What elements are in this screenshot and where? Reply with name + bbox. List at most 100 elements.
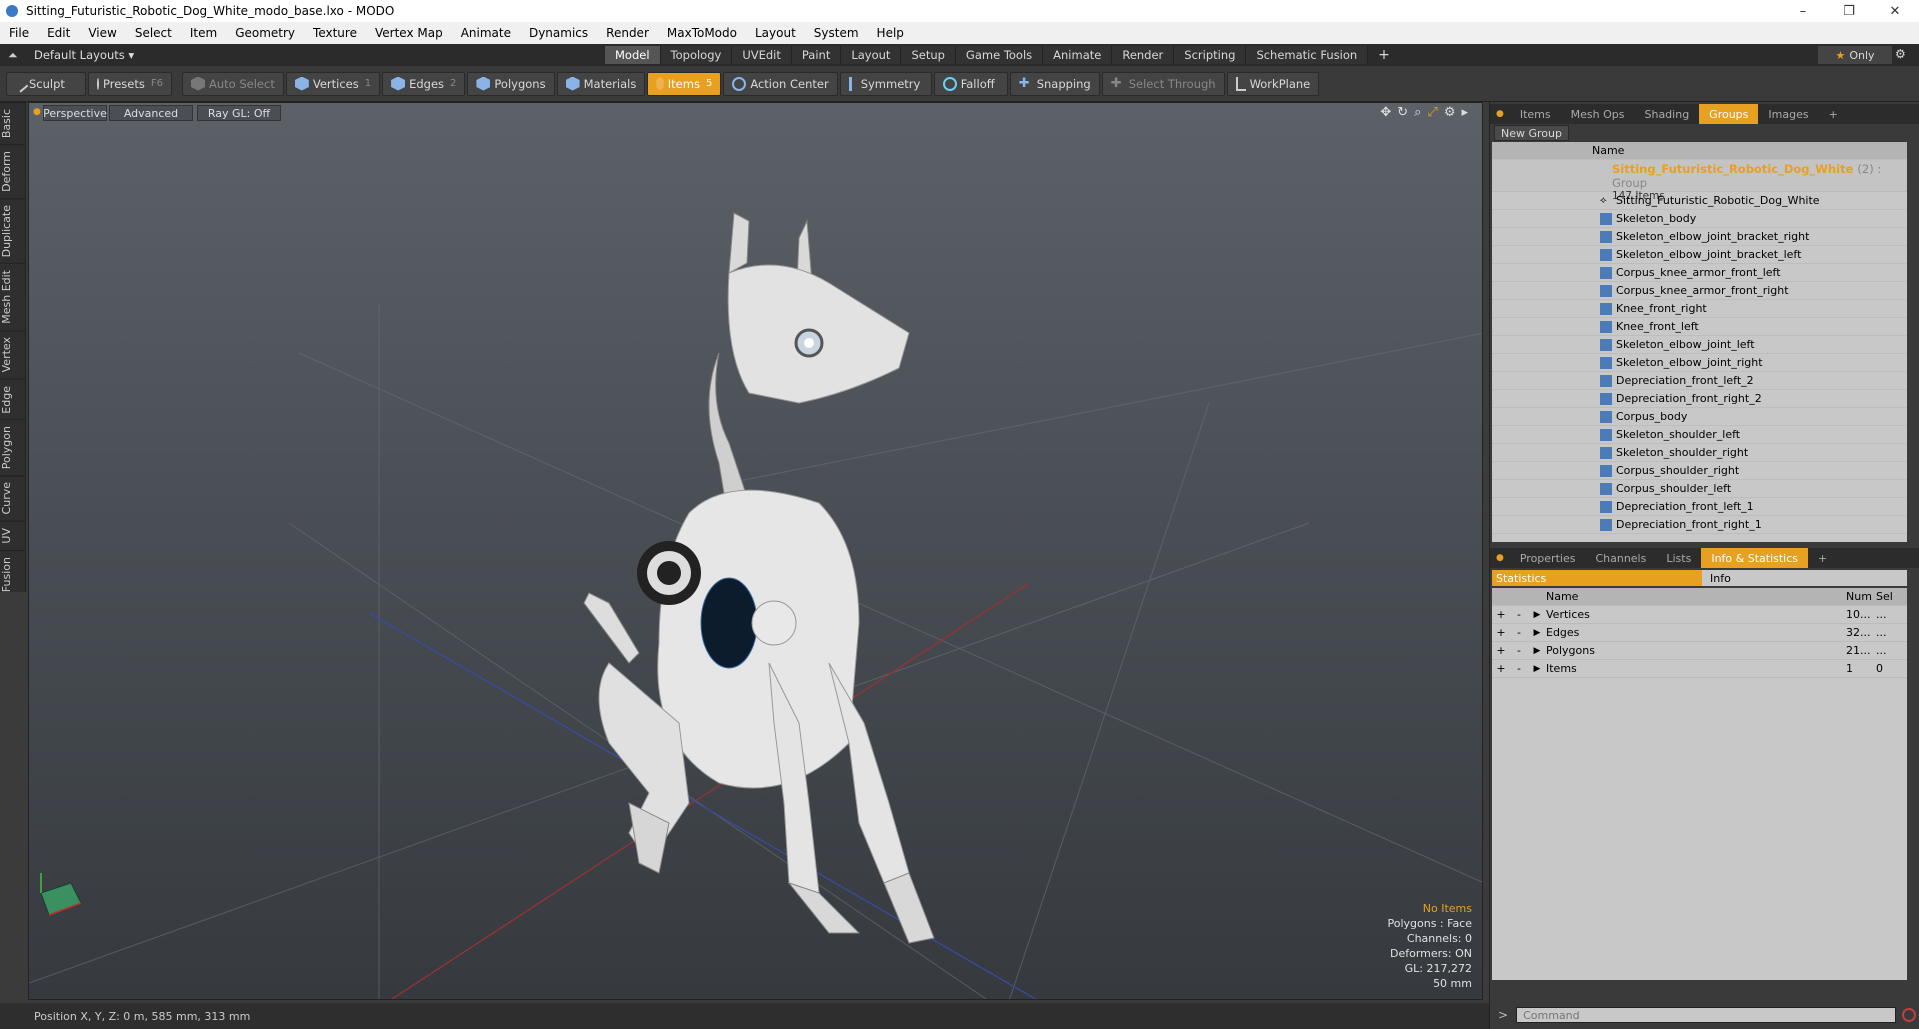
action-center-button[interactable]: Action Center	[723, 71, 838, 96]
tab-channels[interactable]: Channels	[1585, 548, 1656, 568]
snapping-button[interactable]: ✚ Snapping	[1009, 71, 1100, 96]
tab-animate[interactable]: Animate	[1043, 46, 1113, 64]
select-through-button[interactable]: ✚ Select Through	[1101, 71, 1225, 96]
menu-dynamics[interactable]: Dynamics	[520, 26, 597, 40]
zoom-icon[interactable]: ⌕	[1414, 105, 1421, 120]
lefttab-edge[interactable]: Edge	[0, 378, 26, 420]
tab-properties[interactable]: Properties	[1510, 548, 1586, 568]
group-list-item[interactable]: Knee_front_left	[1492, 318, 1907, 336]
tab-layout[interactable]: Layout	[841, 46, 902, 64]
menu-select[interactable]: Select	[126, 26, 181, 40]
tab-paint[interactable]: Paint	[791, 46, 842, 64]
menu-file[interactable]: File	[0, 26, 38, 40]
collapse-minus-icon[interactable]: -	[1510, 626, 1528, 639]
auto-select-button[interactable]: Auto Select	[182, 71, 284, 96]
lefttab-vertex[interactable]: Vertex	[0, 330, 26, 379]
menu-system[interactable]: System	[805, 26, 868, 40]
symmetry-button[interactable]: Symmetry	[839, 71, 932, 96]
lefttab-mesh-edit[interactable]: Mesh Edit	[0, 263, 26, 331]
polygons-button[interactable]: Polygons	[467, 71, 555, 96]
group-row[interactable]: Sitting_Futuristic_Robotic_Dog_White (2)…	[1492, 160, 1907, 202]
subtab-statistics[interactable]: Statistics	[1492, 570, 1702, 586]
minimize-button[interactable]: –	[1780, 0, 1826, 22]
viewport-settings-icon[interactable]: ⚙	[1444, 105, 1456, 120]
tab-game-tools[interactable]: Game Tools	[955, 46, 1044, 64]
group-list-item[interactable]: Skeleton_elbow_joint_bracket_right	[1492, 228, 1907, 246]
fit-icon[interactable]: ⤢	[1427, 105, 1437, 120]
group-list-item[interactable]: Corpus_shoulder_right	[1492, 462, 1907, 480]
workplane-button[interactable]: WorkPlane	[1226, 71, 1320, 96]
lefttab-duplicate[interactable]: Duplicate	[0, 198, 26, 264]
expand-plus-icon[interactable]: +	[1492, 662, 1510, 675]
info-panel-menu-dot-icon[interactable]: ●	[1496, 553, 1504, 563]
tab-setup[interactable]: Setup	[901, 46, 956, 64]
menu-item[interactable]: Item	[181, 26, 226, 40]
tab-info-statistics[interactable]: Info & Statistics	[1701, 548, 1809, 568]
lefttab-fusion[interactable]: Fusion	[0, 549, 26, 598]
items-button[interactable]: Items 5	[647, 71, 722, 96]
group-list-item[interactable]: Knee_front_right	[1492, 300, 1907, 318]
subtab-info[interactable]: Info	[1702, 570, 1907, 586]
tab-mesh-ops[interactable]: Mesh Ops	[1561, 104, 1635, 124]
only-toggle[interactable]: ★ Only	[1818, 46, 1892, 64]
lefttab-curve[interactable]: Curve	[0, 475, 26, 521]
add-tab-button[interactable]: +	[1368, 46, 1400, 64]
rotate-icon[interactable]: ↻	[1397, 105, 1408, 120]
tab-items[interactable]: Items	[1510, 104, 1561, 124]
menu-edit[interactable]: Edit	[38, 26, 79, 40]
lefttab-basic[interactable]: Basic	[0, 102, 26, 145]
raygl-toggle[interactable]: Ray GL: Off	[197, 105, 281, 121]
statistics-row[interactable]: + - ▶ Vertices 10......	[1492, 606, 1907, 624]
tab-lists[interactable]: Lists	[1656, 548, 1701, 568]
add-info-tab-button[interactable]: +	[1808, 548, 1837, 568]
disclosure-triangle-icon[interactable]: ▶	[1528, 610, 1546, 620]
close-button[interactable]: ✕	[1872, 0, 1918, 22]
tab-schematic-fusion[interactable]: Schematic Fusion	[1246, 46, 1369, 64]
tab-scripting[interactable]: Scripting	[1174, 46, 1247, 64]
collapse-minus-icon[interactable]: -	[1510, 644, 1528, 657]
new-group-button[interactable]: New Group	[1494, 125, 1569, 141]
vertices-button[interactable]: Vertices 1	[285, 71, 381, 96]
command-input[interactable]	[1516, 1007, 1897, 1023]
tab-uvedit[interactable]: UVEdit	[732, 46, 792, 64]
add-panel-tab-button[interactable]: +	[1819, 104, 1848, 124]
menu-help[interactable]: Help	[868, 26, 913, 40]
tab-images[interactable]: Images	[1758, 104, 1818, 124]
disclosure-triangle-icon[interactable]: ▶	[1528, 628, 1546, 638]
menu-vertex-map[interactable]: Vertex Map	[366, 26, 452, 40]
group-list-item[interactable]: Depreciation_front_right_1	[1492, 516, 1907, 534]
menu-geometry[interactable]: Geometry	[226, 26, 304, 40]
presets-button[interactable]: Presets F6	[88, 71, 172, 96]
disclosure-triangle-icon[interactable]: ▶	[1528, 646, 1546, 656]
pan-icon[interactable]: ✥	[1380, 105, 1391, 120]
group-list-item[interactable]: Skeleton_elbow_joint_right	[1492, 354, 1907, 372]
shading-advanced-dropdown[interactable]: Advanced	[109, 105, 193, 121]
edges-button[interactable]: Edges 2	[382, 71, 466, 96]
viewport-more-icon[interactable]: ▸	[1461, 105, 1468, 120]
lefttab-polygon[interactable]: Polygon	[0, 419, 26, 476]
tab-model[interactable]: Model	[605, 46, 661, 64]
group-list-item[interactable]: Depreciation_front_right_2	[1492, 390, 1907, 408]
expand-plus-icon[interactable]: +	[1492, 644, 1510, 657]
viewport-menu-dot-icon[interactable]: ●	[33, 107, 41, 117]
menu-layout[interactable]: Layout	[746, 26, 805, 40]
group-list-item[interactable]: Skeleton_elbow_joint_left	[1492, 336, 1907, 354]
layout-preset-dropdown[interactable]: Default Layouts ▾	[34, 48, 134, 62]
group-list-item[interactable]: Corpus_knee_armor_front_right	[1492, 282, 1907, 300]
3d-viewport[interactable]: ● Perspective Advanced Ray GL: Off ✥ ↻ ⌕…	[28, 102, 1483, 1000]
view-mode-dropdown[interactable]: Perspective	[43, 105, 107, 121]
expand-plus-icon[interactable]: +	[1492, 608, 1510, 621]
group-list-item[interactable]: ⟡ Sitting_Futuristic_Robotic_Dog_White	[1492, 192, 1907, 210]
menu-render[interactable]: Render	[597, 26, 658, 40]
lefttab-deform[interactable]: Deform	[0, 144, 26, 199]
group-list-item[interactable]: Depreciation_front_left_1	[1492, 498, 1907, 516]
panel-menu-dot-icon[interactable]: ●	[1496, 109, 1504, 119]
tab-groups[interactable]: Groups	[1699, 104, 1759, 124]
group-list-item[interactable]: Corpus_shoulder_left	[1492, 480, 1907, 498]
maximize-button[interactable]: ❐	[1826, 0, 1872, 22]
tab-shading[interactable]: Shading	[1634, 104, 1699, 124]
menu-texture[interactable]: Texture	[304, 26, 366, 40]
group-list-item[interactable]: Skeleton_body	[1492, 210, 1907, 228]
tab-render[interactable]: Render	[1112, 46, 1175, 64]
group-list-item[interactable]: Depreciation_front_left_2	[1492, 372, 1907, 390]
